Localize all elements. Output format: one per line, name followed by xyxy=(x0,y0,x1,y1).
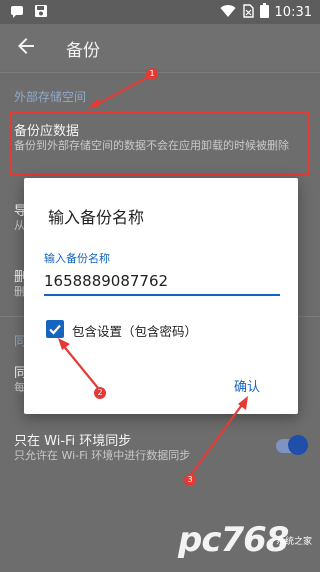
wifi-sync-subtitle: 只允许在 Wi-Fi 环境中进行数据同步 xyxy=(14,449,191,462)
confirm-button[interactable]: 确认 xyxy=(234,376,260,395)
status-bar: 10:31 xyxy=(0,0,320,24)
page-title: 备份 xyxy=(66,41,100,61)
annotation-badge-3: 3 xyxy=(184,474,196,486)
dialog-title: 输入备份名称 xyxy=(48,208,145,227)
backup-name-input[interactable] xyxy=(44,268,280,294)
back-button[interactable] xyxy=(14,34,38,58)
divider xyxy=(0,72,320,73)
annotation-highlight-box xyxy=(10,112,310,176)
sim-no-signal-icon xyxy=(242,3,254,22)
watermark-subtext: 系统之家 xyxy=(276,537,313,547)
backup-name-field-label: 输入备份名称 xyxy=(44,252,110,265)
arrow-back-icon xyxy=(18,38,34,54)
notification-bubble-icon xyxy=(10,4,24,22)
wifi-sync-title[interactable]: 只在 Wi-Fi 环境同步 xyxy=(14,430,131,449)
watermark-logo: pc768 xyxy=(178,520,289,560)
annotation-badge-2: 2 xyxy=(94,387,106,399)
input-underline xyxy=(44,294,280,296)
include-settings-label[interactable]: 包含设置（包含密码） xyxy=(72,321,197,340)
save-icon xyxy=(34,4,48,22)
status-time: 10:31 xyxy=(274,5,312,20)
include-settings-checkbox[interactable] xyxy=(46,320,64,338)
annotation-badge-1: 1 xyxy=(146,68,158,80)
section-header-external-storage: 外部存储空间 xyxy=(14,90,87,104)
check-icon xyxy=(49,324,61,335)
backup-name-dialog: 输入备份名称 输入备份名称 包含设置（包含密码） 确认 xyxy=(24,178,298,414)
app-bar: 备份 xyxy=(0,24,320,70)
wifi-sync-toggle-thumb[interactable] xyxy=(288,435,308,455)
battery-icon xyxy=(259,3,269,22)
wifi-icon xyxy=(220,4,236,22)
